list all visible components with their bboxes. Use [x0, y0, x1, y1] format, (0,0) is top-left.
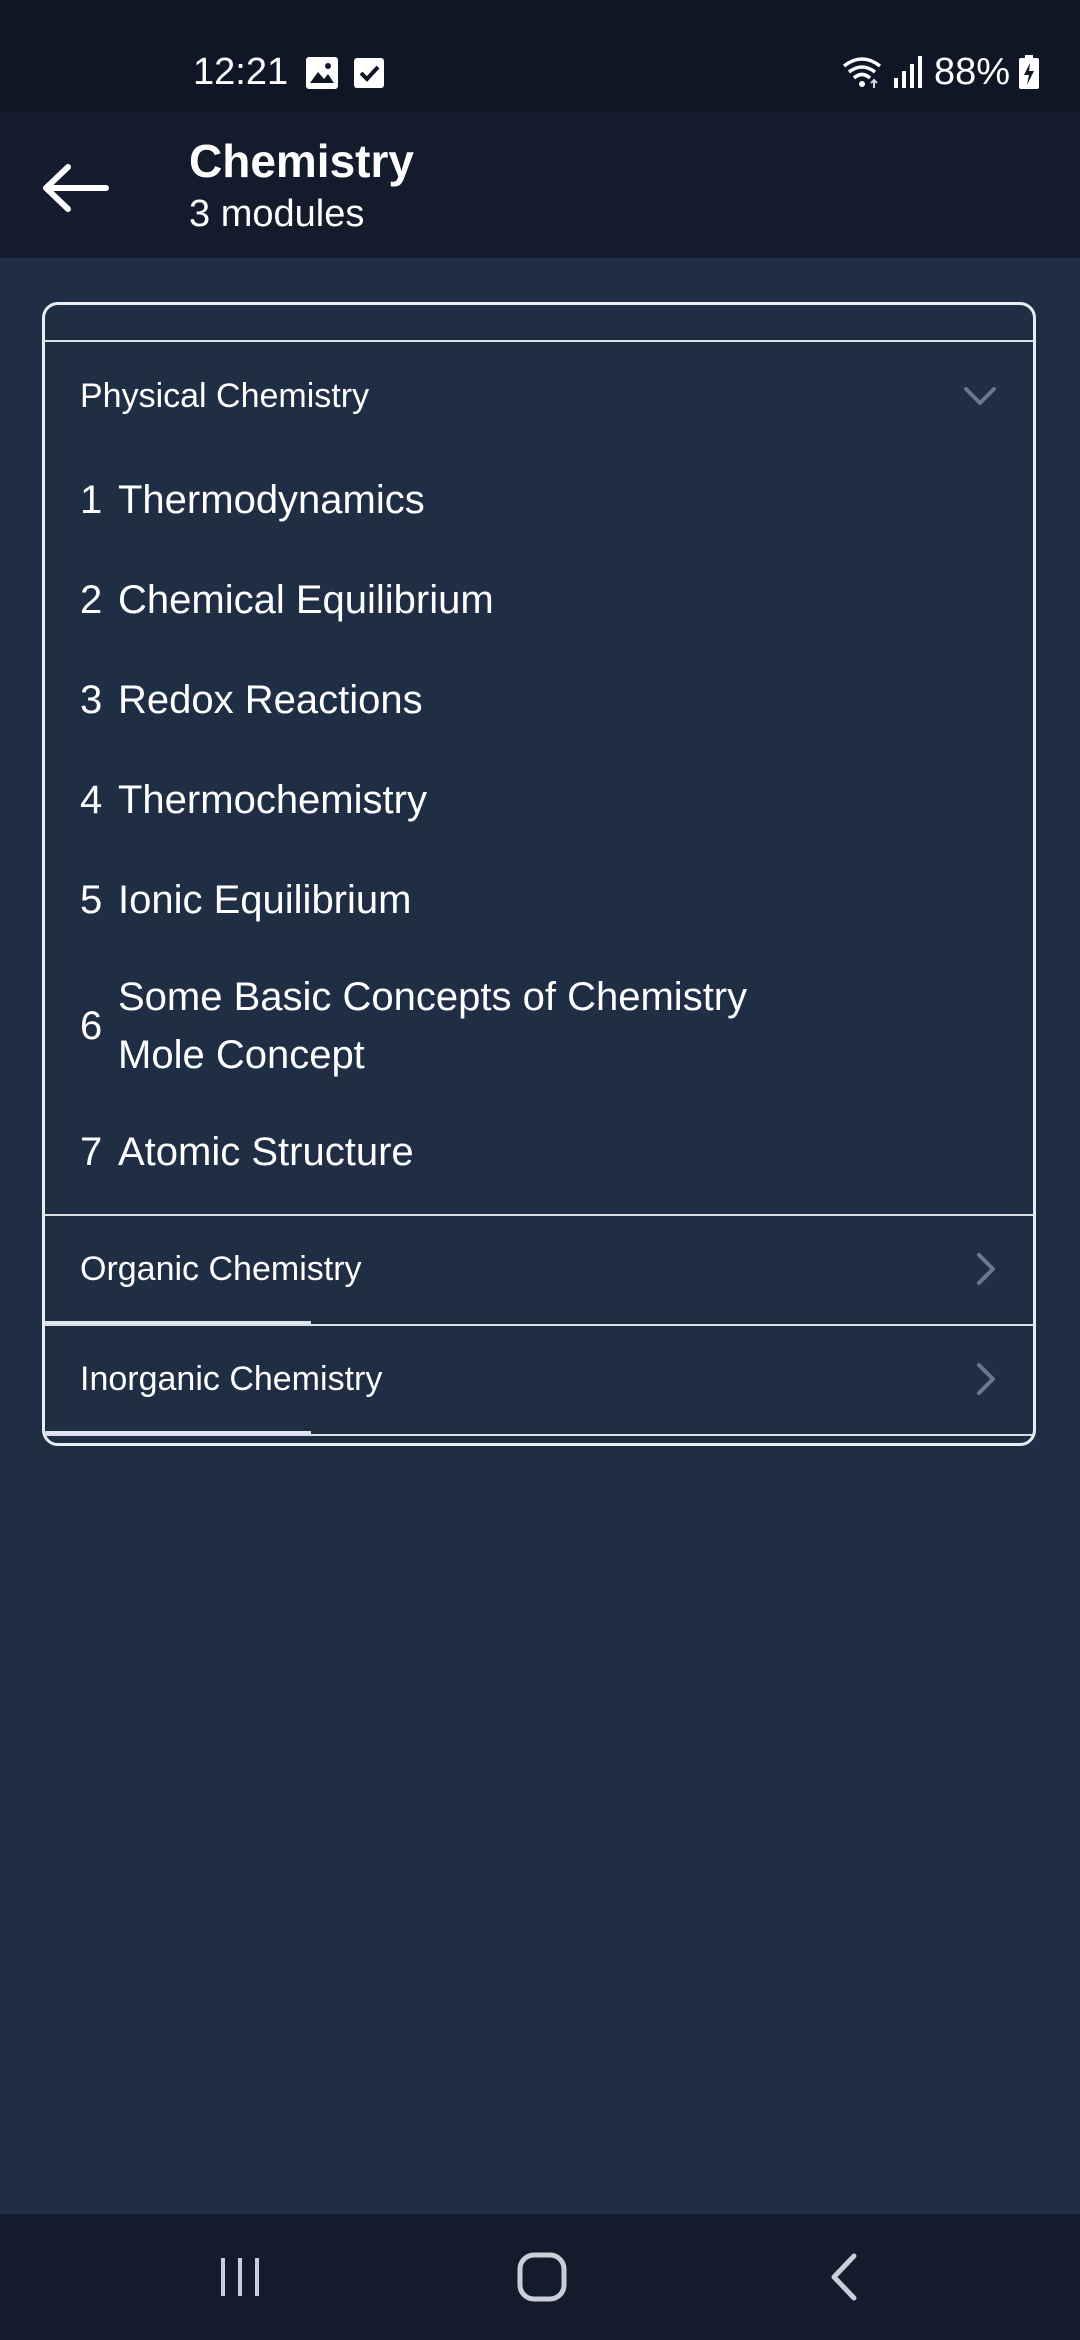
module-number: 6: [80, 1004, 103, 1048]
list-item[interactable]: 4 Thermochemistry: [45, 750, 1033, 850]
recent-apps-button[interactable]: [200, 2244, 280, 2310]
module-number: 3: [80, 678, 103, 722]
chevron-right-icon: [977, 1363, 995, 1395]
section-header-inorganic-chemistry[interactable]: Inorganic Chemistry: [45, 1326, 1033, 1432]
module-name-line: Mole Concept: [118, 1033, 365, 1077]
chevron-down-icon: [964, 387, 996, 405]
arrow-left-icon: [43, 164, 109, 212]
home-icon: [517, 2252, 567, 2302]
list-item[interactable]: 6 Some Basic Concepts of Chemistry Mole …: [45, 950, 1033, 1102]
module-name: Atomic Structure: [118, 1130, 414, 1174]
list-item[interactable]: 7 Atomic Structure: [45, 1102, 1033, 1202]
wifi-icon: [842, 57, 882, 88]
section-header-physical-chemistry[interactable]: Physical Chemistry: [45, 342, 1033, 450]
module-name: Thermochemistry: [118, 778, 427, 822]
status-right: 88%: [840, 48, 1040, 96]
section-inorganic-chemistry: Inorganic Chemistry: [45, 1324, 1033, 1434]
system-nav-bar: [0, 2214, 1080, 2340]
card-bottom-divider: [45, 1434, 1033, 1436]
list-item[interactable]: 5 Ionic Equilibrium: [45, 850, 1033, 950]
section-title: Physical Chemistry: [80, 376, 370, 415]
module-list: 1 Thermodynamics 2 Chemical Equilibrium …: [45, 450, 1033, 1214]
section-header-organic-chemistry[interactable]: Organic Chemistry: [45, 1216, 1033, 1322]
signal-icon: [893, 56, 922, 88]
app-bar: Chemistry 3 modules: [0, 112, 1080, 258]
module-name: Redox Reactions: [118, 678, 423, 722]
recent-apps-icon: [221, 2258, 259, 2296]
list-item[interactable]: 2 Chemical Equilibrium: [45, 550, 1033, 650]
back-button[interactable]: [30, 148, 120, 228]
page-title: Chemistry: [189, 135, 414, 187]
section-title: Organic Chemistry: [80, 1249, 362, 1288]
module-number: 1: [80, 478, 103, 522]
status-time: 12:21: [193, 51, 289, 93]
battery-percent: 88%: [933, 51, 1010, 93]
module-number: 2: [80, 578, 103, 622]
module-name: Ionic Equilibrium: [118, 878, 412, 922]
module-number: 7: [80, 1130, 103, 1174]
status-bar: 12:21 88%: [0, 0, 1080, 112]
image-icon: [306, 57, 338, 89]
module-number: 5: [80, 878, 103, 922]
module-name: Thermodynamics: [118, 478, 425, 522]
section-organic-chemistry: Organic Chemistry: [45, 1214, 1033, 1324]
page-subtitle: 3 modules: [189, 193, 365, 235]
section-underline: [45, 1431, 311, 1434]
chevron-right-icon: [977, 1253, 995, 1285]
back-nav-icon: [831, 2253, 857, 2301]
module-name: Chemical Equilibrium: [118, 578, 494, 622]
battery-icon: [1019, 55, 1039, 89]
list-item[interactable]: 1 Thermodynamics: [45, 450, 1033, 550]
module-number: 4: [80, 778, 103, 822]
modules-card: Physical Chemistry 1 Thermodynamics 2 Ch…: [42, 302, 1036, 1446]
back-nav-button[interactable]: [804, 2244, 884, 2310]
card-top-divider: [45, 305, 1033, 342]
home-button[interactable]: [502, 2244, 582, 2310]
list-item[interactable]: 3 Redox Reactions: [45, 650, 1033, 750]
module-name-line: Some Basic Concepts of Chemistry: [118, 975, 748, 1019]
checkbox-icon: [354, 58, 384, 88]
module-name: Some Basic Concepts of Chemistry Mole Co…: [118, 968, 747, 1084]
section-title: Inorganic Chemistry: [80, 1359, 383, 1398]
